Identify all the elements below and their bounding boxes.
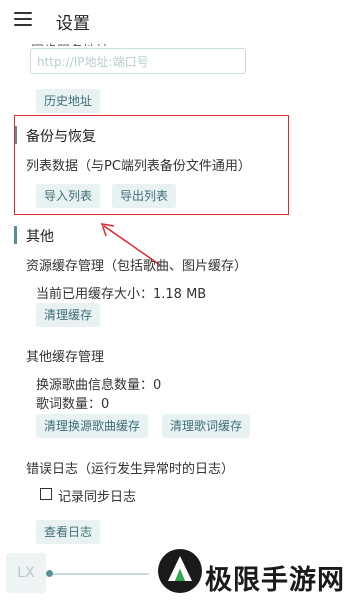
sync-address-input[interactable]: http://IP地址:端口号	[30, 48, 246, 74]
other-cache-label: 其他缓存管理	[26, 350, 105, 365]
section-marker	[14, 226, 17, 244]
clear-cache-button[interactable]: 清理缓存	[36, 303, 101, 327]
page-title: 设置	[56, 14, 90, 34]
lyric-count-text: 歌词数量：0	[36, 397, 110, 412]
menu-icon[interactable]	[14, 12, 32, 26]
resource-cache-label: 资源缓存管理（包括歌曲、图片缓存）	[26, 259, 248, 274]
error-log-label: 错误日志（运行发生异常时的日志）	[26, 462, 235, 477]
album-cover[interactable]: LX	[6, 553, 46, 593]
progress-track[interactable]	[49, 573, 149, 575]
annotation-highlight-box	[14, 115, 289, 215]
watermark-text: 极限手游网	[205, 565, 345, 596]
cache-size-text: 当前已用缓存大小：1.18 MB	[36, 287, 207, 302]
clear-lyric-cache-button[interactable]: 清理歌词缓存	[162, 414, 251, 438]
top-bar	[0, 0, 347, 42]
watermark-logo-icon	[158, 549, 202, 593]
song-info-count-text: 换源歌曲信息数量：0	[36, 378, 162, 393]
sync-address-heading: 同步服务地址	[31, 40, 109, 46]
other-heading: 其他	[26, 229, 54, 245]
history-address-button[interactable]: 历史地址	[36, 89, 101, 113]
view-log-button[interactable]: 查看日志	[36, 520, 101, 544]
record-sync-log-label: 记录同步日志	[58, 490, 137, 505]
record-sync-log-checkbox[interactable]	[40, 488, 52, 500]
progress-knob[interactable]	[46, 570, 53, 577]
clear-song-cache-button[interactable]: 清理换源歌曲缓存	[36, 414, 149, 438]
